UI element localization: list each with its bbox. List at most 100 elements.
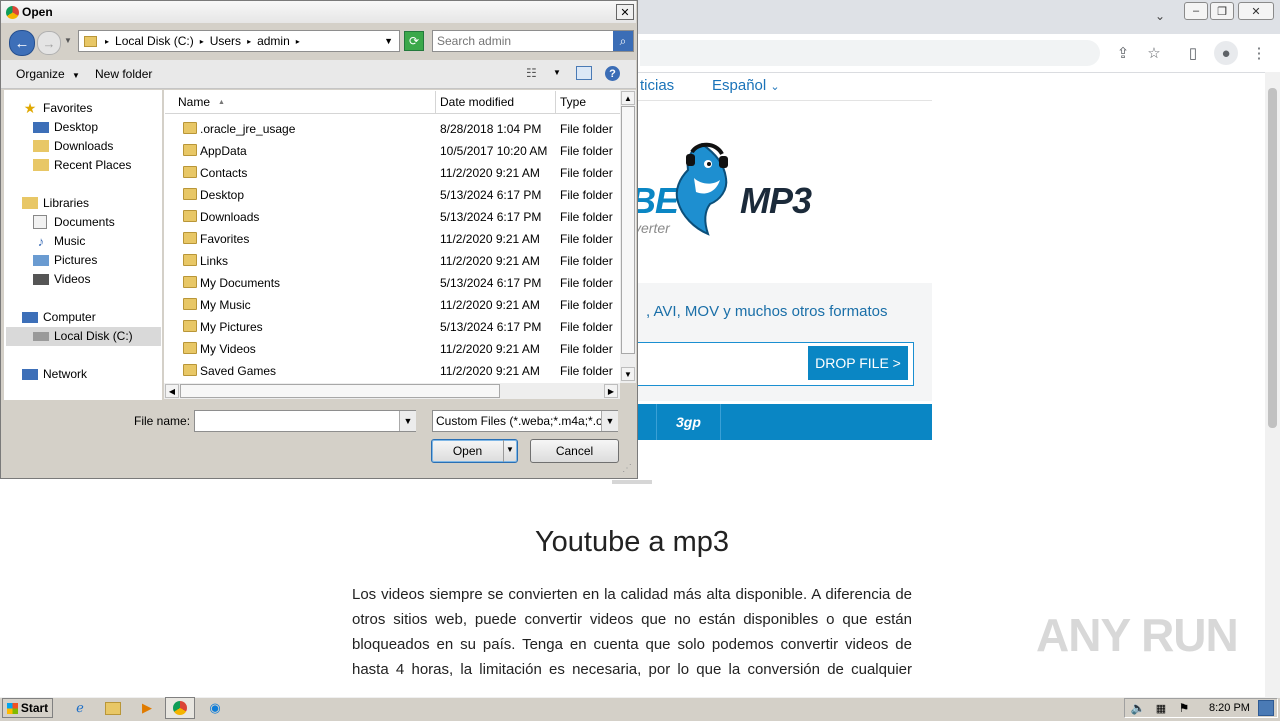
file-type: File folder bbox=[560, 144, 613, 158]
close-window-button[interactable]: ✕ bbox=[1238, 2, 1274, 20]
vscroll-thumb[interactable] bbox=[621, 106, 635, 354]
bookmark-star-icon[interactable]: ☆ bbox=[1143, 42, 1165, 64]
start-button[interactable]: Start bbox=[2, 698, 53, 718]
volume-icon[interactable]: 🔈 bbox=[1128, 699, 1148, 717]
profile-avatar-icon[interactable]: ● bbox=[1214, 41, 1238, 65]
network-tray-icon[interactable]: ▦ bbox=[1151, 699, 1171, 717]
format-tab-3gp[interactable]: 3gp bbox=[676, 414, 701, 430]
nav-link-espanol[interactable]: Español ⌄ bbox=[712, 77, 780, 95]
file-row[interactable]: My Pictures 5/13/2024 6:17 PM File folder bbox=[165, 316, 620, 338]
tree-favorites[interactable]: ★ Favorites bbox=[22, 99, 93, 117]
file-name: Links bbox=[200, 254, 229, 268]
open-options-chevron-icon[interactable]: ▼ bbox=[506, 445, 514, 454]
tree-network[interactable]: Network bbox=[22, 365, 87, 383]
scroll-right-arrow-icon[interactable]: ▶ bbox=[604, 384, 618, 398]
refresh-icon[interactable]: ⟳ bbox=[404, 31, 424, 51]
file-row[interactable]: AppData 10/5/2017 10:20 AM File folder bbox=[165, 140, 620, 162]
new-folder-button[interactable]: New folder bbox=[95, 67, 152, 81]
tree-computer[interactable]: Computer bbox=[22, 308, 96, 326]
organize-button[interactable]: Organize ▼ bbox=[16, 67, 80, 81]
file-type-filter-select[interactable]: Custom Files (*.weba;*.m4a;*.opus) bbox=[432, 410, 618, 432]
search-icon[interactable]: ⌕ bbox=[613, 31, 633, 51]
file-type-dropdown-icon[interactable]: ▼ bbox=[601, 411, 618, 431]
file-row[interactable]: Desktop 5/13/2024 6:17 PM File folder bbox=[165, 184, 620, 206]
view-options-icon[interactable]: ☷ bbox=[526, 66, 537, 80]
dialog-close-button[interactable]: ✕ bbox=[616, 4, 634, 20]
file-row[interactable]: My Music 11/2/2020 9:21 AM File folder bbox=[165, 294, 620, 316]
media-player-icon[interactable]: ▶ bbox=[137, 699, 157, 717]
file-row[interactable]: Links 11/2/2020 9:21 AM File folder bbox=[165, 250, 620, 272]
tree-documents[interactable]: Documents bbox=[33, 213, 115, 231]
file-row[interactable]: My Videos 11/2/2020 9:21 AM File folder bbox=[165, 338, 620, 360]
tree-downloads[interactable]: Downloads bbox=[33, 137, 113, 155]
file-type: File folder bbox=[560, 320, 613, 334]
internet-explorer-icon[interactable]: ℯ bbox=[70, 699, 90, 717]
breadcrumb-admin[interactable]: admin bbox=[257, 34, 290, 48]
drop-file-button[interactable]: DROP FILE > bbox=[808, 346, 908, 380]
file-row[interactable]: .oracle_jre_usage 8/28/2018 1:04 PM File f… bbox=[165, 118, 620, 140]
address-bar[interactable] bbox=[640, 40, 1100, 66]
menu-kebab-icon[interactable]: ⋮ bbox=[1248, 42, 1270, 64]
action-center-flag-icon[interactable]: ⚑ bbox=[1174, 699, 1194, 717]
scroll-down-arrow-icon[interactable]: ▼ bbox=[621, 367, 635, 381]
recent-locations-chevron-icon[interactable]: ▼ bbox=[64, 36, 72, 45]
column-type[interactable]: Type bbox=[556, 91, 620, 113]
file-row[interactable]: Favorites 11/2/2020 9:21 AM File folder bbox=[165, 228, 620, 250]
tab-divider bbox=[656, 404, 657, 440]
show-desktop-icon[interactable] bbox=[1258, 700, 1274, 716]
tree-videos[interactable]: Videos bbox=[33, 270, 90, 288]
help-icon[interactable]: ? bbox=[605, 66, 620, 81]
chrome-icon[interactable] bbox=[170, 699, 190, 717]
address-dropdown-icon[interactable]: ▼ bbox=[384, 36, 393, 46]
folder-icon bbox=[183, 232, 197, 244]
tree-libraries[interactable]: Libraries bbox=[22, 194, 89, 212]
file-row[interactable]: Contacts 11/2/2020 9:21 AM File folder bbox=[165, 162, 620, 184]
file-name-input[interactable] bbox=[194, 410, 416, 432]
file-explorer-icon[interactable] bbox=[103, 699, 123, 717]
side-panel-icon[interactable]: ▯ bbox=[1182, 42, 1204, 64]
edge-icon[interactable]: ◉ bbox=[205, 699, 225, 717]
tree-label: Recent Places bbox=[54, 158, 132, 172]
share-icon[interactable]: ⇪ bbox=[1112, 42, 1134, 64]
breadcrumb-separator-icon: ▸ bbox=[105, 36, 110, 46]
forward-arrow-icon[interactable]: → bbox=[37, 31, 61, 55]
tree-local-disk[interactable]: Local Disk (C:) bbox=[33, 327, 133, 345]
nav-link-noticias[interactable]: ticias bbox=[640, 77, 674, 95]
column-label: Name bbox=[178, 95, 211, 109]
tree-label: Computer bbox=[43, 310, 96, 324]
preview-pane-icon[interactable] bbox=[576, 66, 592, 80]
file-name: My Documents bbox=[200, 276, 281, 290]
tree-desktop[interactable]: Desktop bbox=[33, 118, 98, 136]
file-type: File folder bbox=[560, 232, 613, 246]
taskbar-clock[interactable]: 8:20 PM bbox=[1209, 702, 1250, 714]
resize-grip-icon[interactable]: ⋰ bbox=[622, 463, 632, 474]
hscroll-thumb[interactable] bbox=[180, 384, 500, 398]
view-dropdown-icon[interactable]: ▼ bbox=[553, 68, 561, 77]
file-row[interactable]: Downloads 5/13/2024 6:17 PM File folder bbox=[165, 206, 620, 228]
breadcrumb-users[interactable]: Users bbox=[210, 34, 241, 48]
cancel-button[interactable]: Cancel bbox=[530, 439, 619, 463]
scroll-up-arrow-icon[interactable]: ▲ bbox=[621, 91, 635, 105]
tree-recent-places[interactable]: Recent Places bbox=[33, 156, 131, 174]
column-date-modified[interactable]: Date modified bbox=[436, 91, 556, 113]
search-input[interactable] bbox=[437, 34, 607, 48]
breadcrumb-local-disk[interactable]: Local Disk (C:) bbox=[115, 34, 194, 48]
minimize-button[interactable]: – bbox=[1184, 2, 1208, 20]
column-name[interactable]: Name ▲ bbox=[172, 91, 436, 113]
libraries-icon bbox=[22, 197, 38, 209]
page-scrollbar-thumb[interactable] bbox=[1268, 88, 1277, 428]
back-arrow-icon[interactable]: ← bbox=[9, 30, 35, 56]
folder-icon bbox=[183, 364, 197, 376]
scroll-left-arrow-icon[interactable]: ◀ bbox=[165, 384, 179, 398]
tab-search-chevron-icon[interactable]: ⌄ bbox=[1150, 6, 1170, 26]
file-row[interactable]: My Documents 5/13/2024 6:17 PM File folder bbox=[165, 272, 620, 294]
dialog-address-bar[interactable]: ▸ Local Disk (C:) ▸ Users ▸ admin ▸ ▼ bbox=[78, 30, 400, 52]
dialog-titlebar[interactable] bbox=[1, 1, 636, 23]
open-button[interactable]: Open bbox=[431, 439, 518, 463]
restore-button[interactable]: ❐ bbox=[1210, 2, 1234, 20]
file-row[interactable]: Saved Games 11/2/2020 9:21 AM File folder bbox=[165, 360, 620, 382]
tree-pictures[interactable]: Pictures bbox=[33, 251, 97, 269]
file-name-dropdown-icon[interactable]: ▼ bbox=[399, 411, 416, 431]
tree-label: Downloads bbox=[54, 139, 114, 153]
tree-music[interactable]: ♪ Music bbox=[33, 232, 86, 250]
